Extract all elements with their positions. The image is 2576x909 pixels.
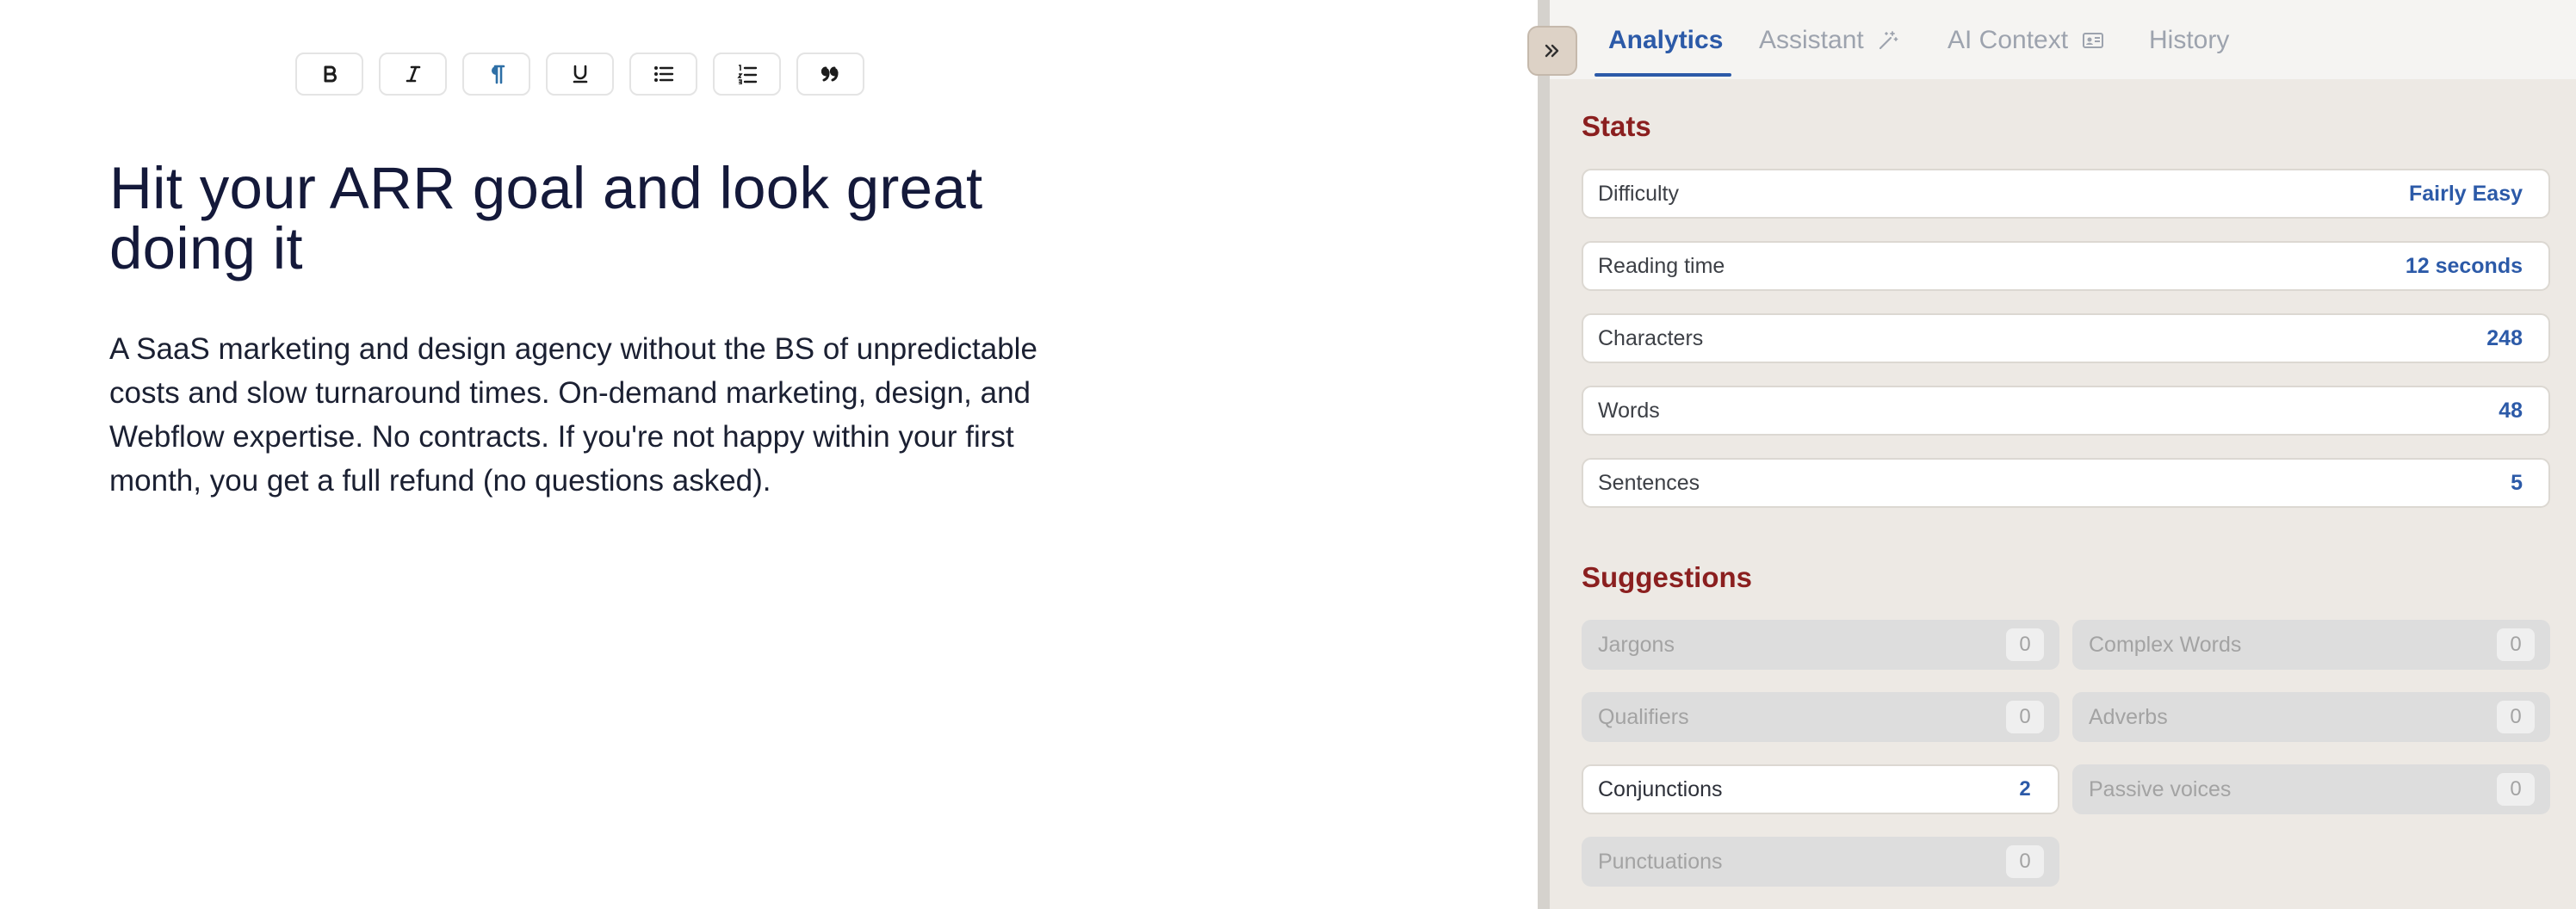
bold-button[interactable] [295, 53, 363, 96]
suggestion-qualifiers[interactable]: Qualifiers 0 [1582, 692, 2059, 742]
suggestion-count-badge: 0 [2497, 701, 2535, 733]
suggestions-heading: Suggestions [1582, 561, 1753, 593]
stat-value: 5 [2511, 470, 2523, 495]
pilcrow-icon [491, 65, 505, 84]
double-chevron-right-icon [1545, 44, 1559, 58]
suggestion-jargons[interactable]: Jargons 0 [1582, 620, 2059, 670]
stat-value: 248 [2486, 325, 2523, 350]
tab-analytics[interactable]: Analytics [1608, 26, 1723, 55]
tab-history[interactable]: History [2149, 26, 2229, 55]
suggestion-label: Qualifiers [1598, 704, 1689, 729]
tab-assistant[interactable]: Assistant [1759, 26, 1898, 55]
stat-reading-time: Reading time 12 seconds [1582, 241, 2550, 291]
document-body[interactable]: A SaaS marketing and design agency witho… [109, 327, 1039, 503]
suggestion-complex-words[interactable]: Complex Words 0 [2072, 620, 2550, 670]
bullet-list-button[interactable] [629, 53, 697, 96]
suggestion-label: Passive voices [2089, 776, 2232, 801]
suggestion-adverbs[interactable]: Adverbs 0 [2072, 692, 2550, 742]
suggestion-label: Punctuations [1598, 849, 1723, 874]
stat-difficulty: Difficulty Fairly Easy [1582, 169, 2550, 219]
suggestion-label: Complex Words [2089, 632, 2242, 657]
stat-characters: Characters 248 [1582, 313, 2550, 363]
suggestion-label: Jargons [1598, 632, 1675, 657]
blockquote-button[interactable] [796, 53, 864, 96]
editor-pane: Hit your ARR goal and look great doing i… [0, 0, 1538, 909]
italic-icon [406, 65, 420, 83]
tab-ai-context[interactable]: AI Context [1947, 26, 2104, 55]
suggestion-label: Adverbs [2089, 704, 2168, 729]
document-title[interactable]: Hit your ARR goal and look great doing i… [109, 158, 1039, 279]
suggestion-count-badge: 0 [2006, 628, 2044, 661]
tab-label: Analytics [1608, 26, 1724, 54]
suggestion-count-badge: 2 [2006, 773, 2044, 806]
suggestion-label: Conjunctions [1598, 776, 1723, 801]
stat-value: Fairly Easy [2408, 181, 2523, 206]
suggestion-count-badge: 0 [2497, 628, 2535, 661]
stat-label: Characters [1598, 325, 1704, 350]
tab-label: Assistant [1759, 26, 1864, 54]
stat-value: 48 [2499, 398, 2523, 423]
italic-button[interactable] [379, 53, 447, 96]
suggestion-count-badge: 0 [2497, 773, 2535, 806]
tab-label: History [2149, 26, 2230, 54]
numbered-list-icon [736, 65, 757, 84]
pane-resize-handle[interactable] [1538, 0, 1550, 909]
magic-wand-icon [1879, 31, 1898, 50]
suggestion-punctuations[interactable]: Punctuations 0 [1582, 837, 2059, 887]
suggestion-count-badge: 0 [2006, 701, 2044, 733]
analytics-panel: Analytics Assistant AI Context History S… [1550, 0, 2576, 909]
suggestion-count-badge: 0 [2006, 845, 2044, 878]
stat-sentences: Sentences 5 [1582, 458, 2550, 508]
stats-heading: Stats [1582, 110, 1651, 142]
stat-value: 12 seconds [2405, 253, 2523, 278]
active-tab-indicator [1595, 73, 1731, 77]
stat-label: Difficulty [1598, 181, 1680, 206]
suggestion-passive-voices[interactable]: Passive voices 0 [2072, 764, 2550, 814]
bullet-list-icon [653, 66, 673, 82]
collapse-panel-button[interactable] [1527, 26, 1577, 76]
underline-icon [573, 65, 587, 83]
paragraph-button[interactable] [462, 53, 530, 96]
stat-label: Reading time [1598, 253, 1725, 278]
bold-icon [324, 65, 337, 83]
formatting-toolbar [295, 53, 864, 96]
stat-words: Words 48 [1582, 386, 2550, 436]
underline-button[interactable] [546, 53, 614, 96]
tab-label: AI Context [1947, 26, 2069, 54]
panel-tabs: Analytics Assistant AI Context History [1550, 0, 2576, 79]
stat-label: Words [1598, 398, 1660, 423]
suggestion-conjunctions[interactable]: Conjunctions 2 [1582, 764, 2059, 814]
id-card-icon [2083, 33, 2104, 48]
quote-icon [820, 66, 839, 82]
numbered-list-button[interactable] [713, 53, 781, 96]
stat-label: Sentences [1598, 470, 1700, 495]
